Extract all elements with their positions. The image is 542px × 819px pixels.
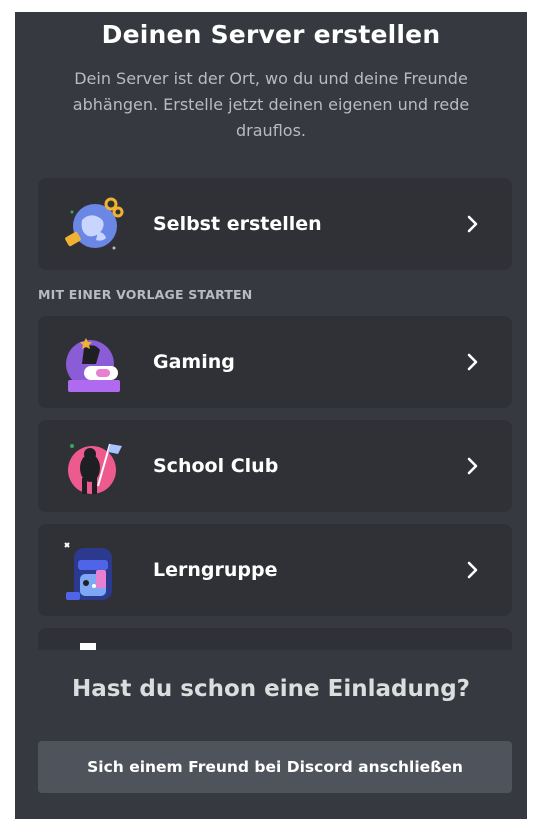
template-section-header: MIT EINER VORLAGE STARTEN [38,287,253,302]
template-label: School Club [153,455,279,477]
chevron-right-icon [467,561,478,579]
template-label: Gaming [153,351,235,373]
create-server-screen: Deinen Server erstellen Dein Server ist … [15,12,527,819]
backpack-icon [64,542,112,600]
school-flag-icon [68,443,122,494]
template-icon-partial [80,643,96,650]
template-school-club[interactable]: School Club [38,420,512,512]
page-subtitle: Dein Server ist der Ort, wo du und deine… [72,69,470,140]
chevron-right-icon [467,215,478,233]
create-own-label: Selbst erstellen [153,213,322,235]
chevron-right-icon [467,457,478,475]
template-card-partial[interactable] [38,628,512,650]
template-gaming[interactable]: Gaming [38,316,512,408]
template-label: Lerngruppe [153,559,278,581]
template-lerngruppe[interactable]: Lerngruppe [38,524,512,616]
join-friend-button[interactable]: Sich einem Freund bei Discord anschließe… [38,741,512,793]
page-title: Deinen Server erstellen [101,20,441,49]
invite-question: Hast du schon eine Einladung? [71,676,471,702]
gaming-controller-icon [66,338,120,392]
globe-with-tools-icon [65,197,124,250]
chevron-right-icon [467,353,478,371]
create-own-button[interactable]: Selbst erstellen [38,178,512,270]
